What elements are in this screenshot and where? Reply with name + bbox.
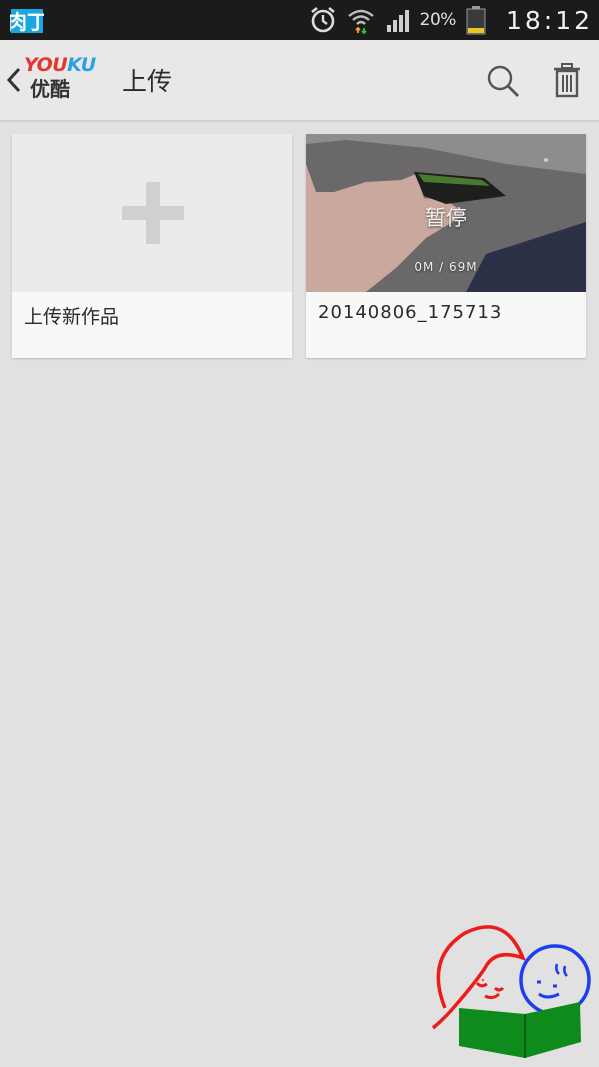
svg-text:肉丁: 肉丁	[10, 10, 44, 34]
video-filename: 20140806_175713	[318, 302, 503, 323]
video-card[interactable]: 暂停 0M / 69M 20140806_175713	[306, 134, 586, 358]
search-icon[interactable]	[486, 64, 520, 98]
wifi-icon	[347, 9, 374, 35]
page-title: 上传	[122, 67, 173, 96]
upload-new-label: 上传新作品	[24, 306, 120, 328]
status-icons: 20% 18:12	[309, 0, 593, 40]
chevron-left-icon[interactable]	[6, 66, 22, 94]
logo-text-ku: KU	[67, 54, 96, 76]
signal-icon	[386, 10, 409, 32]
app-badge-icon: 肉丁	[10, 9, 44, 34]
upload-progress: 0M / 69M	[414, 260, 478, 274]
logo-text-you: YOU	[24, 54, 68, 76]
upload-new-card[interactable]: 上传新作品	[12, 134, 292, 358]
plus-icon	[122, 182, 184, 244]
clock: 18:12	[505, 5, 593, 35]
pause-status: 暂停	[425, 206, 467, 230]
battery-icon	[466, 6, 486, 35]
action-bar: YOUKU 优酷 上传	[0, 40, 599, 122]
trash-icon[interactable]	[552, 62, 582, 98]
reading-kids-watermark-icon	[431, 925, 591, 1058]
logo-text-youku-cn: 优酷	[30, 77, 70, 101]
youku-logo[interactable]: YOUKU 优酷	[24, 54, 96, 106]
status-bar: 肉丁 20% 18:12	[0, 0, 599, 40]
video-thumbnail: 暂停 0M / 69M	[306, 134, 586, 292]
battery-percent: 20%	[419, 10, 457, 30]
alarm-icon	[310, 6, 335, 33]
upload-new-thumbnail	[12, 134, 292, 292]
